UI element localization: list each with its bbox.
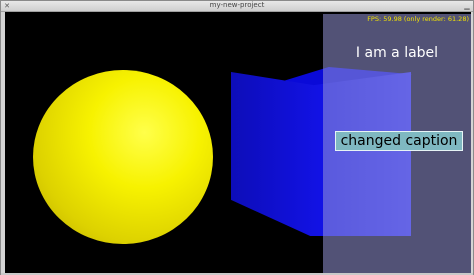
caption-button[interactable]: changed caption (335, 131, 463, 151)
yellow-sphere (33, 70, 213, 244)
window-title: my-new-project (209, 1, 265, 9)
window-titlebar[interactable]: ✕ my-new-project ▁ (1, 1, 473, 12)
fps-counter: FPS: 59.98 (only render: 61.28) (367, 15, 469, 23)
overlay-label: I am a label (355, 45, 439, 61)
app-window: ✕ my-new-project ▁ FPS: 59.98 (only rend… (0, 0, 474, 275)
ui-overlay-panel: FPS: 59.98 (only render: 61.28) I am a l… (323, 14, 471, 273)
minimize-icon[interactable]: ▁ (463, 2, 471, 10)
render-viewport[interactable]: FPS: 59.98 (only render: 61.28) I am a l… (5, 12, 471, 273)
